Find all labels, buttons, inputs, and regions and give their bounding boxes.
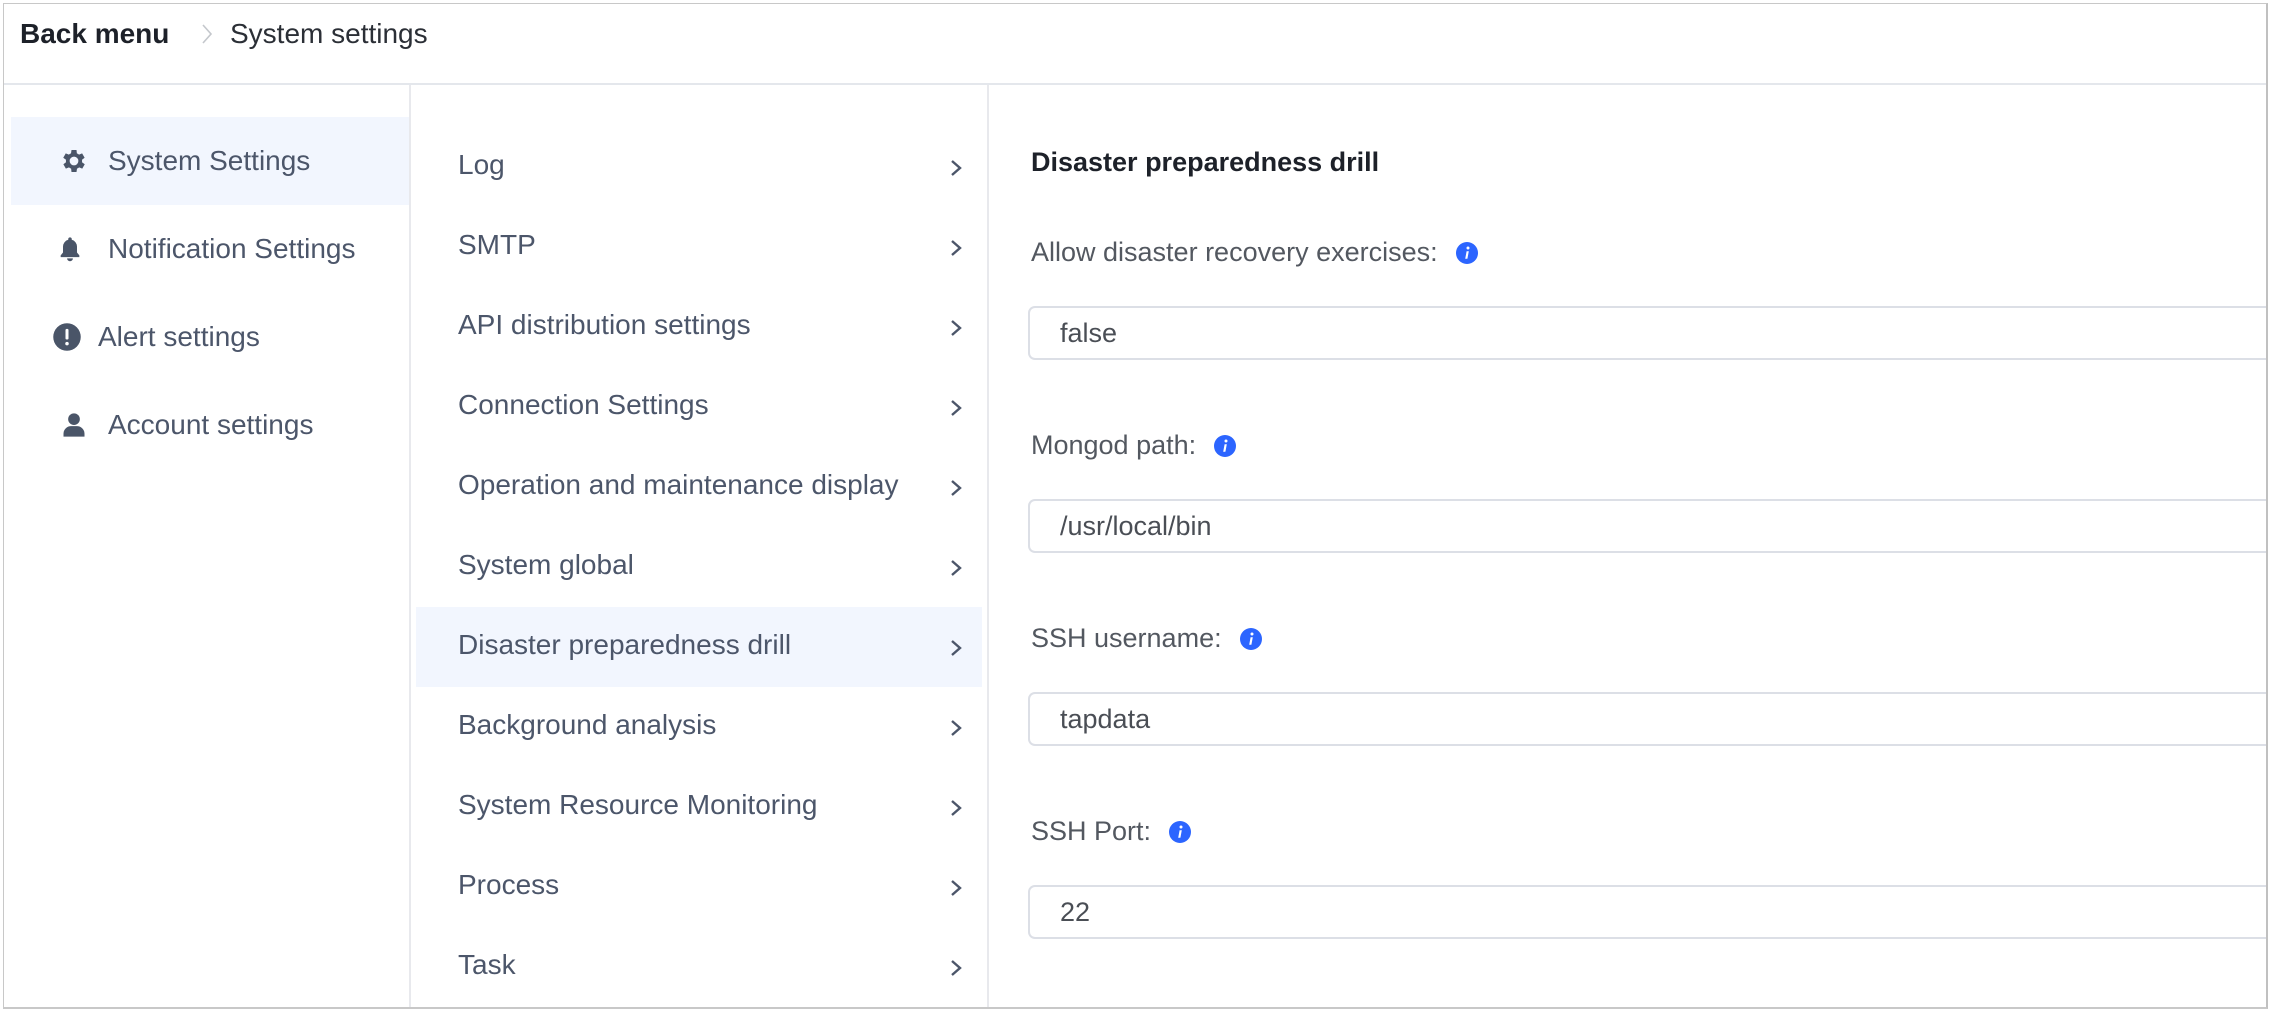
chevron-right-icon [951,880,962,896]
user-icon [58,409,90,441]
info-icon[interactable] [1214,434,1237,457]
breadcrumb-separator-icon [202,24,213,44]
field-label-mongod-path: Mongod path: [1031,430,1237,461]
submenu-item-label: Operation and maintenance display [458,469,899,500]
settings-submenu: Log SMTP API distribution settings Conne… [411,85,989,1007]
field-label-allow-dr-exercises: Allow disaster recovery exercises: [1031,237,1478,268]
field-label-ssh-username: SSH username: [1031,623,1262,654]
chevron-right-icon [951,640,962,656]
submenu-item-background-analysis[interactable]: Background analysis [416,687,982,767]
settings-window: Back menu System settings System Setting… [3,3,2268,1009]
chevron-right-icon [951,960,962,976]
ssh-username-field[interactable] [1028,692,2266,746]
chevron-right-icon [951,480,962,496]
field-label-text: Mongod path: [1031,430,1197,460]
bell-icon [54,233,86,265]
sidebar-item-alert-settings[interactable]: Alert settings [11,293,409,381]
submenu-item-connection-settings[interactable]: Connection Settings [416,367,982,447]
breadcrumb-current: System settings [230,18,428,49]
chevron-right-icon [951,240,962,256]
submenu-item-label: System global [458,549,634,580]
sidebar: System Settings Notification Settings Al… [4,85,411,1007]
submenu-item-label: Disaster preparedness drill [458,629,792,660]
sidebar-item-system-settings[interactable]: System Settings [11,117,409,205]
breadcrumb: Back menu System settings [4,4,2266,85]
chevron-right-icon [951,400,962,416]
sidebar-item-label: Alert settings [98,321,260,352]
chevron-right-icon [951,720,962,736]
info-icon[interactable] [1239,627,1262,650]
chevron-right-icon [951,800,962,816]
submenu-item-process[interactable]: Process [416,847,982,927]
submenu-item-label: API distribution settings [458,309,751,340]
submenu-item-label: System Resource Monitoring [458,789,818,820]
chevron-right-icon [951,320,962,336]
back-menu-link[interactable]: Back menu [20,18,169,50]
chevron-right-icon [951,160,962,176]
ssh-port-field[interactable] [1028,885,2266,939]
submenu-item-log[interactable]: Log [416,127,982,207]
submenu-item-system-global[interactable]: System global [416,527,982,607]
field-label-text: SSH Port: [1031,816,1152,846]
sidebar-item-account-settings[interactable]: Account settings [11,381,409,469]
sidebar-item-notification-settings[interactable]: Notification Settings [11,205,409,293]
sidebar-item-label: Notification Settings [108,233,356,264]
submenu-item-label: Log [458,149,505,180]
submenu-item-label: Background analysis [458,709,717,740]
settings-content-panel: Disaster preparedness drill Allow disast… [989,85,2266,1007]
submenu-item-label: Task [458,949,516,980]
submenu-item-label: Process [458,869,560,900]
submenu-item-smtp[interactable]: SMTP [416,207,982,287]
mongod-path-field[interactable] [1028,499,2266,553]
chevron-right-icon [951,560,962,576]
field-label-text: Allow disaster recovery exercises: [1031,237,1438,267]
info-icon[interactable] [1455,241,1478,264]
field-label-text: SSH username: [1031,623,1222,653]
info-icon[interactable] [1169,820,1192,843]
sidebar-item-label: System Settings [108,145,311,176]
submenu-item-label: SMTP [458,229,536,260]
submenu-item-task[interactable]: Task [416,927,982,1007]
submenu-item-system-resource-monitoring[interactable]: System Resource Monitoring [416,767,982,847]
field-label-ssh-port: SSH Port: [1031,816,1192,847]
sidebar-item-label: Account settings [108,409,314,440]
submenu-item-disaster-preparedness-drill[interactable]: Disaster preparedness drill [416,607,982,687]
allow-dr-exercises-field[interactable] [1028,306,2266,360]
section-title: Disaster preparedness drill [1031,147,1380,177]
gear-icon [58,145,90,177]
submenu-item-api-distribution-settings[interactable]: API distribution settings [416,287,982,367]
submenu-item-label: Connection Settings [458,389,709,420]
alert-circle-icon [51,321,83,353]
submenu-item-operation-and-maintenance-display[interactable]: Operation and maintenance display [416,447,982,527]
